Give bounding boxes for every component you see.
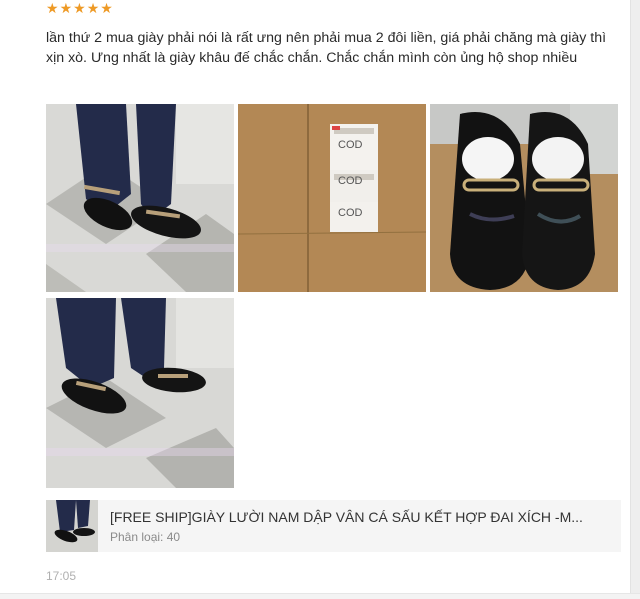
product-card[interactable]: [FREE SHIP]GIÀY LƯỜI NAM DẬP VÂN CÁ SẤU … [46,500,621,552]
star-icon: ★ [86,1,100,17]
product-thumbnail [46,500,98,552]
product-variant: Phân loại: 40 [110,529,181,544]
rating-stars: ★ ★ ★ ★ ★ [46,2,113,16]
window-edge [0,593,640,599]
cod-label: COD [338,207,363,219]
star-icon: ★ [73,1,86,17]
review-photo-2[interactable]: COD COD COD [238,104,426,292]
product-info: [FREE SHIP]GIÀY LƯỜI NAM DẬP VÂN CÁ SẤU … [110,508,621,545]
review-text: lần thứ 2 mua giày phải nói là rất ưng n… [46,30,607,66]
cod-label: COD [338,175,363,187]
star-icon: ★ [46,1,59,17]
cod-label: COD [338,139,363,151]
window-edge [630,0,640,599]
review-timestamp: 17:05 [46,569,77,583]
star-icon: ★ [59,1,73,17]
product-title[interactable]: [FREE SHIP]GIÀY LƯỜI NAM DẬP VÂN CÁ SẤU … [110,508,615,526]
review-photo-3[interactable] [430,104,618,292]
star-icon: ★ [100,1,113,17]
review-photo-4[interactable] [46,298,234,488]
review-card: ★ ★ ★ ★ ★ lần thứ 2 mua giày phải nói là… [0,0,640,599]
review-photo-1[interactable] [46,104,234,292]
